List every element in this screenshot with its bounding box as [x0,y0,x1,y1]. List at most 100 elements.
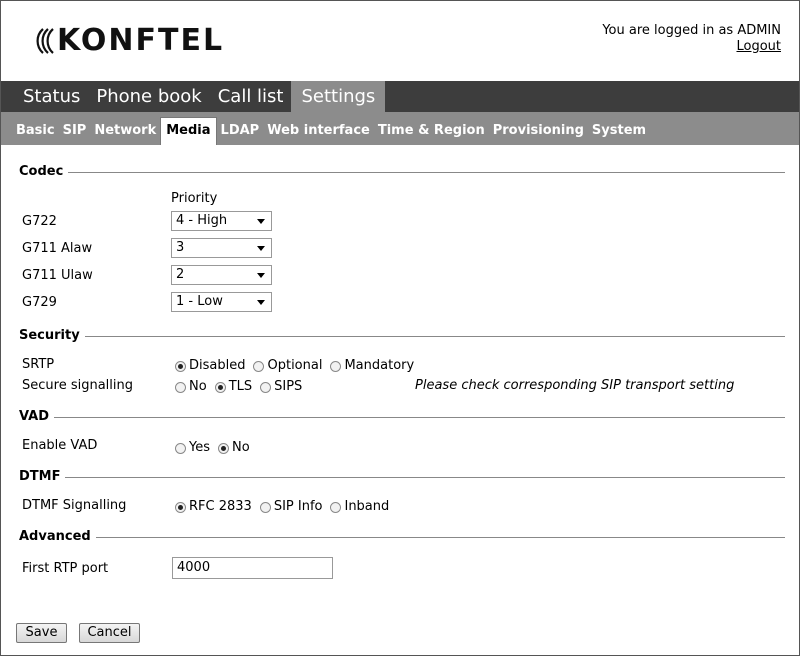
g729-priority-select[interactable]: 1 - Low [171,292,272,312]
codec-section-header: Codec [19,164,785,180]
main-tab-settings[interactable]: Settings [291,81,386,112]
vad-option-yes[interactable]: Yes [175,440,210,456]
main-tab-call-list[interactable]: Call list [210,81,292,112]
radio-button[interactable] [259,501,271,513]
g711-alaw-priority-select[interactable]: 3 [171,238,272,258]
first-rtp-port-input[interactable]: 4000 [172,557,333,579]
radio-label: Inband [344,499,390,514]
sound-waves-icon [36,28,54,54]
main-nav: Status Phone book Call list Settings [1,81,799,112]
select-value: 4 - High [176,213,228,228]
radio-label: SIPS [274,379,303,394]
radio-button[interactable] [260,381,272,393]
enable-vad-radio-group: Yes No [175,440,258,456]
chevron-down-icon [257,246,265,251]
radio-label: No [232,440,250,455]
radio-label: Disabled [189,358,246,373]
priority-column-header: Priority [171,191,218,206]
dtmf-option-sip-info[interactable]: SIP Info [259,499,323,515]
dtmf-option-inband[interactable]: Inband [330,499,389,515]
radio-button[interactable] [175,381,186,393]
select-value: 2 [176,267,185,282]
codec-label-g722: G722 [22,214,57,229]
radio-button[interactable] [175,501,186,513]
konftel-logo: KONFTEL [19,21,224,61]
main-tab-phone-book[interactable]: Phone book [88,81,209,112]
srtp-option-optional[interactable]: Optional [253,358,322,374]
section-divider [19,172,785,173]
enable-vad-label: Enable VAD [22,438,98,453]
section-divider [19,537,785,538]
radio-button[interactable] [214,381,226,393]
radio-label: SIP Info [273,499,323,514]
secure-signalling-option-sips[interactable]: SIPS [260,379,302,395]
codec-section-title: Codec [19,164,69,180]
dtmf-option-rfc2833[interactable]: RFC 2833 [175,499,252,515]
sub-tab-media[interactable]: Media [160,117,217,145]
secure-signalling-label: Secure signalling [22,378,133,393]
srtp-option-mandatory[interactable]: Mandatory [330,358,414,374]
g722-priority-select[interactable]: 4 - High [171,211,272,231]
sub-tab-web-interface[interactable]: Web interface [263,118,374,145]
srtp-label: SRTP [22,357,55,372]
radio-label: Yes [189,440,210,455]
settings-sub-nav: Basic SIP Network Media LDAP Web interfa… [1,112,799,145]
srtp-radio-group: Disabled Optional Mandatory [175,358,422,374]
advanced-section-title: Advanced [19,529,96,545]
page-frame: KONFTEL You are logged in as ADMIN Logou… [0,0,800,656]
vad-section-header: VAD [19,409,785,425]
sub-tab-ldap[interactable]: LDAP [217,118,264,145]
media-settings-form: Codec Priority G722 4 - High G711 Alaw 3… [1,145,799,655]
main-tab-status[interactable]: Status [15,81,88,112]
logo-text: KONFTEL [57,23,225,58]
section-divider [19,477,785,478]
radio-label: Optional [267,358,323,373]
logged-in-text: You are logged in as ADMIN [602,23,781,38]
radio-button[interactable] [330,360,342,372]
sub-tab-system[interactable]: System [588,118,650,145]
save-button[interactable]: Save [16,623,67,643]
dtmf-section-title: DTMF [19,469,66,485]
chevron-down-icon [257,273,265,278]
secure-signalling-option-tls[interactable]: TLS [214,379,253,395]
login-info: You are logged in as ADMIN Logout [602,23,781,55]
secure-signalling-option-no[interactable]: No [175,379,207,395]
select-value: 3 [176,240,185,255]
radio-button[interactable] [218,442,229,454]
vad-section-title: VAD [19,409,55,425]
select-value: 1 - Low [176,294,223,309]
dtmf-signalling-radio-group: RFC 2833 SIP Info Inband [175,499,397,515]
radio-button[interactable] [253,360,265,372]
sub-tab-provisioning[interactable]: Provisioning [489,118,588,145]
radio-button[interactable] [330,501,342,513]
security-section-title: Security [19,328,85,344]
advanced-section-header: Advanced [19,529,785,545]
sub-tab-sip[interactable]: SIP [59,118,91,145]
radio-label: Mandatory [344,358,415,373]
chevron-down-icon [257,219,265,224]
input-value: 4000 [177,560,211,575]
first-rtp-port-label: First RTP port [22,561,109,576]
radio-label: No [189,379,207,394]
srtp-option-disabled[interactable]: Disabled [175,358,245,374]
secure-signalling-radio-group: No TLS SIPS [175,379,310,395]
radio-label: TLS [228,379,253,394]
sub-tab-basic[interactable]: Basic [12,118,59,145]
chevron-down-icon [257,300,265,305]
cancel-button[interactable]: Cancel [79,623,140,643]
g711-ulaw-priority-select[interactable]: 2 [171,265,272,285]
vad-option-no[interactable]: No [218,440,250,456]
dtmf-section-header: DTMF [19,469,785,485]
section-divider [19,336,785,337]
sub-tab-time-region[interactable]: Time & Region [374,118,489,145]
dtmf-signalling-label: DTMF Signalling [22,498,127,513]
radio-button[interactable] [175,360,186,372]
logout-link[interactable]: Logout [736,39,781,54]
codec-label-g729: G729 [22,295,57,310]
radio-label: RFC 2833 [189,499,252,514]
radio-button[interactable] [175,442,186,454]
security-section-header: Security [19,328,785,344]
header: KONFTEL You are logged in as ADMIN Logou… [1,1,799,81]
section-divider [19,417,785,418]
sub-tab-network[interactable]: Network [90,118,160,145]
